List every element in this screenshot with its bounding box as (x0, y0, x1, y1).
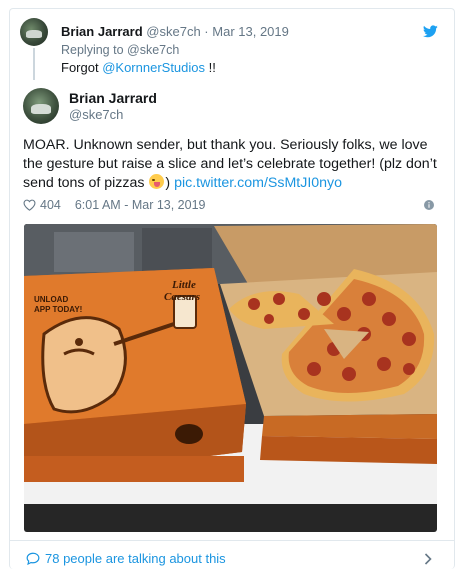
parent-text-suffix: !! (208, 60, 216, 75)
heart-icon[interactable] (23, 199, 36, 211)
parent-date[interactable]: Mar 13, 2019 (212, 24, 289, 39)
parent-tweet-text: Forgot @KornnerStudios !! (61, 60, 216, 75)
replying-handle[interactable]: @ske7ch (127, 43, 179, 57)
replying-label: Replying to (61, 43, 124, 57)
main-author-name[interactable]: Brian Jarrard (69, 90, 157, 106)
info-icon[interactable] (424, 200, 434, 210)
box-headline-2: APP TODAY! (34, 305, 82, 314)
main-tweet-text: MOAR. Unknown sender, but thank you. Ser… (23, 136, 443, 193)
main-tweet-close-paren: ) (165, 175, 171, 191)
main-author-handle[interactable]: @ske7ch (69, 107, 123, 122)
chevron-right-icon[interactable] (424, 553, 432, 565)
box-brand-2: Caesars (164, 291, 200, 303)
replying-to-line: Replying to @ske7ch (61, 43, 179, 57)
thread-connector (33, 48, 35, 80)
talking-count-text[interactable]: 78 people are talking about this (45, 551, 226, 566)
parent-author-name[interactable]: Brian Jarrard (61, 24, 143, 39)
parent-text-prefix: Forgot (61, 60, 99, 75)
squinting-tongue-emoji-icon (149, 174, 165, 189)
tweet-photo[interactable]: UNLOAD APP TODAY! Little Caesars (24, 224, 437, 532)
parent-author-avatar[interactable] (20, 18, 48, 46)
box-headline-1: UNLOAD (34, 295, 68, 304)
box-brand-1: Little (171, 279, 196, 291)
tweet-meta: 404 6:01 AM - Mar 13, 2019 (23, 198, 206, 212)
main-author-avatar[interactable] (23, 88, 59, 124)
tweet-timestamp[interactable]: 6:01 AM - Mar 13, 2019 (75, 198, 206, 212)
twitter-bird-icon[interactable] (423, 25, 438, 38)
parent-author-handle[interactable]: @ske7ch (146, 24, 200, 39)
speech-bubble-icon (26, 552, 40, 565)
parent-separator: · (204, 24, 209, 39)
parent-text-mention[interactable]: @KornnerStudios (102, 60, 205, 75)
pizza-photo-illustration: UNLOAD APP TODAY! Little Caesars (24, 224, 437, 532)
conversation-link[interactable]: 78 people are talking about this (26, 551, 226, 566)
footer-divider (10, 540, 454, 541)
like-count[interactable]: 404 (40, 198, 61, 212)
pic-link[interactable]: pic.twitter.com/SsMtJI0nyo (174, 175, 342, 191)
parent-author-line: Brian Jarrard @ske7ch · Mar 13, 2019 (61, 24, 289, 39)
